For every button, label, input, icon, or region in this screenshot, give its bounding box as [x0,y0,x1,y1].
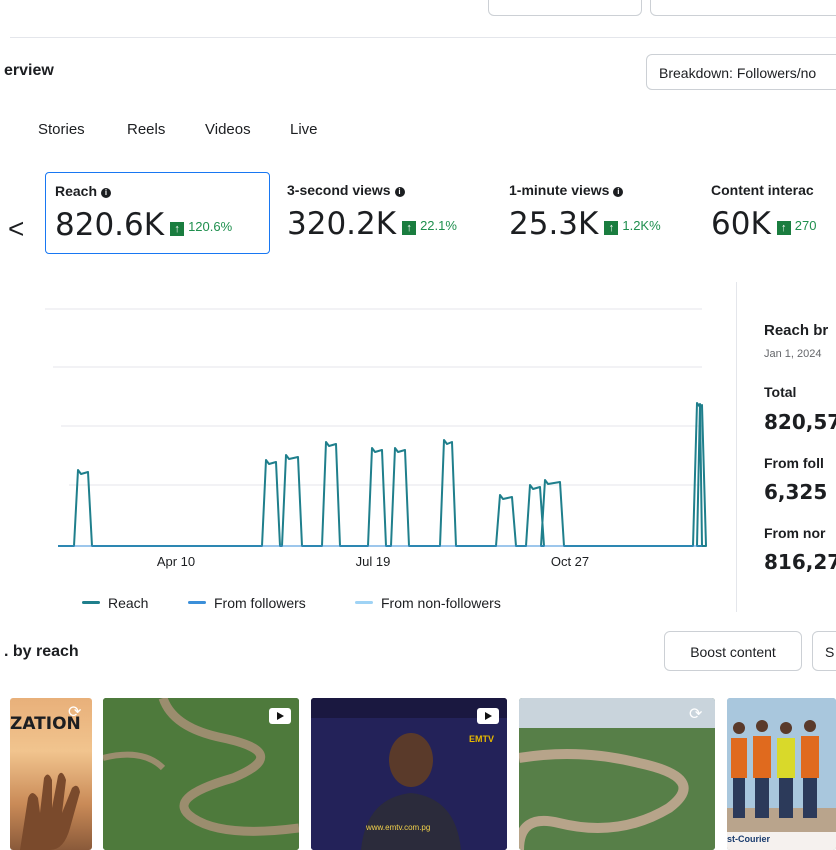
boost-content-button[interactable]: Boost content [664,631,802,671]
metric-card-content-interactions[interactable]: Content interac 60K ↑ 270 [702,172,836,254]
reach-series-line [58,402,707,547]
tab-videos[interactable]: Videos [205,121,251,138]
breakdown-total-label: Total [764,384,797,400]
up-arrow-icon: ↑ [170,222,185,236]
reach-line-chart: Apr 10 Jul 19 Oct 27 [45,308,707,569]
video-icon [269,708,291,724]
tab-stories[interactable]: Stories [38,121,85,138]
emtv-watermark: EMTV [469,734,495,744]
up-arrow-icon: ↑ [402,221,417,235]
legend-swatch-non-followers [355,601,373,604]
metric-value-3s-views: 320.2K [287,206,397,242]
video-icon [477,708,499,724]
section-title: erview [4,62,54,79]
header-divider [10,37,836,38]
breakdown-nonfollowers-value: 816,27 [764,550,836,574]
content-thumbnail-2[interactable] [103,698,299,850]
x-tick-label: Oct 27 [551,554,589,569]
top-button-left[interactable] [488,0,642,16]
info-icon[interactable]: i [613,187,624,197]
metric-label-content-interactions: Content interac [711,182,814,198]
metric-value-reach: 820.6K [55,207,165,243]
metric-label-3s-views: 3-second views [287,182,391,198]
breakdown-followers-label: From foll [764,455,824,471]
metric-delta-reach: 120.6% [188,219,233,234]
tab-reels[interactable]: Reels [127,121,165,138]
workers-image [727,698,836,850]
metric-card-reach[interactable]: Reach i 820.6K ↑ 120.6% [45,172,270,254]
legend-label-followers: From followers [214,595,306,611]
legend-swatch-followers [188,601,206,604]
river-valley-image [519,698,715,850]
chart-breakdown-separator [736,282,737,612]
breakdown-followers-value: 6,325 [764,480,828,504]
legend-label-reach: Reach [108,595,149,611]
metric-label-reach: Reach [55,183,98,199]
breakdown-total-value: 820,57 [764,410,836,434]
info-icon[interactable]: i [394,187,405,197]
metric-delta-3s-views: 22.1% [420,218,457,233]
info-icon[interactable]: i [101,188,112,198]
content-thumbnail-3[interactable]: EMTV www.emtv.com.pg [311,698,507,850]
metric-value-1m-views: 25.3K [509,206,599,242]
tab-live[interactable]: Live [290,121,318,138]
hand-illustration [20,772,80,850]
emtv-url: www.emtv.com.pg [366,823,431,832]
x-tick-label: Jul 19 [356,554,391,569]
content-by-reach-title: . by reach [4,643,79,660]
content-thumbnail-1[interactable]: ZATION ⟳ [10,698,92,850]
legend-from-non-followers[interactable]: From non-followers [355,595,501,611]
breakdown-title: Reach br [764,322,829,339]
up-arrow-icon: ↑ [776,221,791,235]
up-arrow-icon: ↑ [604,221,619,235]
legend-from-followers[interactable]: From followers [188,595,306,611]
content-thumbnail-5[interactable]: st-Courier [727,698,836,850]
metric-card-3s-views[interactable]: 3-second views i 320.2K ↑ 22.1% [278,172,493,254]
breakdown-nonfollowers-label: From nor [764,525,826,541]
top-button-right[interactable] [650,0,836,16]
link-icon: ⟳ [68,704,82,721]
content-thumbnail-4[interactable]: ⟳ [519,698,715,850]
thumbnail-caption: st-Courier [727,834,771,844]
secondary-button[interactable]: S [812,631,836,671]
metric-card-1m-views[interactable]: 1-minute views i 25.3K ↑ 1.2K% [500,172,705,254]
metric-value-content-interactions: 60K [711,206,771,242]
legend-reach[interactable]: Reach [82,595,148,611]
metric-delta-1m-views: 1.2K% [622,218,661,233]
breakdown-date: Jan 1, 2024 [764,348,822,360]
metric-label-1m-views: 1-minute views [509,182,610,198]
legend-swatch-reach [82,601,100,604]
prev-metrics-arrow[interactable]: < [8,213,24,245]
breakdown-dropdown[interactable]: Breakdown: Followers/no [646,54,836,90]
legend-label-non-followers: From non-followers [381,595,501,611]
metric-delta-content-interactions: 270 [794,218,817,233]
link-icon: ⟳ [689,706,703,723]
x-tick-label: Apr 10 [157,554,195,569]
